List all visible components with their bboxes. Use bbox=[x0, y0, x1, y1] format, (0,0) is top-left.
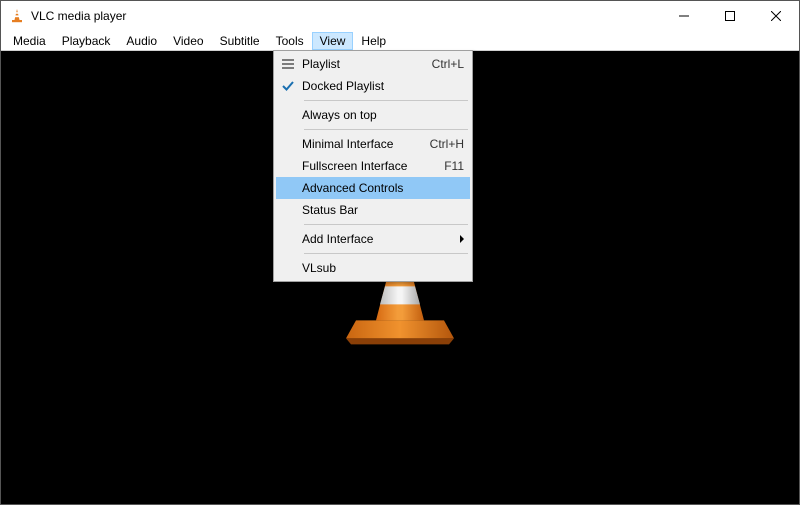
menu-separator bbox=[304, 100, 468, 101]
menu-item-minimal-interface[interactable]: Minimal Interface Ctrl+H bbox=[276, 133, 470, 155]
titlebar: VLC media player bbox=[1, 1, 799, 31]
menu-separator bbox=[304, 253, 468, 254]
menu-subtitle[interactable]: Subtitle bbox=[212, 32, 268, 50]
menu-tools[interactable]: Tools bbox=[268, 32, 312, 50]
menu-separator bbox=[304, 129, 468, 130]
menu-item-fullscreen-interface[interactable]: Fullscreen Interface F11 bbox=[276, 155, 470, 177]
playlist-icon bbox=[276, 58, 300, 70]
menu-item-status-bar[interactable]: Status Bar bbox=[276, 199, 470, 221]
menu-item-always-on-top[interactable]: Always on top bbox=[276, 104, 470, 126]
minimize-button[interactable] bbox=[661, 1, 707, 31]
menu-item-label: VLsub bbox=[300, 261, 464, 275]
menu-item-docked-playlist[interactable]: Docked Playlist bbox=[276, 75, 470, 97]
menu-item-label: Minimal Interface bbox=[300, 137, 422, 151]
menu-help[interactable]: Help bbox=[353, 32, 394, 50]
menu-item-label: Always on top bbox=[300, 108, 464, 122]
window-title: VLC media player bbox=[31, 9, 126, 23]
menu-media[interactable]: Media bbox=[5, 32, 54, 50]
menu-separator bbox=[304, 224, 468, 225]
close-button[interactable] bbox=[753, 1, 799, 31]
menu-item-shortcut: F11 bbox=[436, 159, 464, 173]
menu-item-shortcut: Ctrl+H bbox=[422, 137, 464, 151]
menu-item-add-interface[interactable]: Add Interface bbox=[276, 228, 470, 250]
menubar: Media Playback Audio Video Subtitle Tool… bbox=[1, 31, 799, 51]
menu-item-playlist[interactable]: Playlist Ctrl+L bbox=[276, 53, 470, 75]
menu-item-shortcut: Ctrl+L bbox=[424, 57, 464, 71]
chevron-right-icon bbox=[460, 235, 464, 243]
menu-item-vlsub[interactable]: VLsub bbox=[276, 257, 470, 279]
menu-playback[interactable]: Playback bbox=[54, 32, 119, 50]
menu-audio[interactable]: Audio bbox=[118, 32, 165, 50]
menu-item-label: Playlist bbox=[300, 57, 424, 71]
view-dropdown: Playlist Ctrl+L Docked Playlist Always o… bbox=[273, 50, 473, 282]
menu-item-label: Fullscreen Interface bbox=[300, 159, 436, 173]
menu-item-label: Advanced Controls bbox=[300, 181, 464, 195]
menu-item-label: Status Bar bbox=[300, 203, 464, 217]
menu-item-advanced-controls[interactable]: Advanced Controls bbox=[276, 177, 470, 199]
menu-item-label: Docked Playlist bbox=[300, 79, 464, 93]
maximize-button[interactable] bbox=[707, 1, 753, 31]
menu-item-label: Add Interface bbox=[300, 232, 464, 246]
menu-video[interactable]: Video bbox=[165, 32, 211, 50]
menu-view[interactable]: View bbox=[312, 32, 354, 50]
check-icon bbox=[276, 80, 300, 92]
app-cone-icon bbox=[9, 8, 25, 24]
